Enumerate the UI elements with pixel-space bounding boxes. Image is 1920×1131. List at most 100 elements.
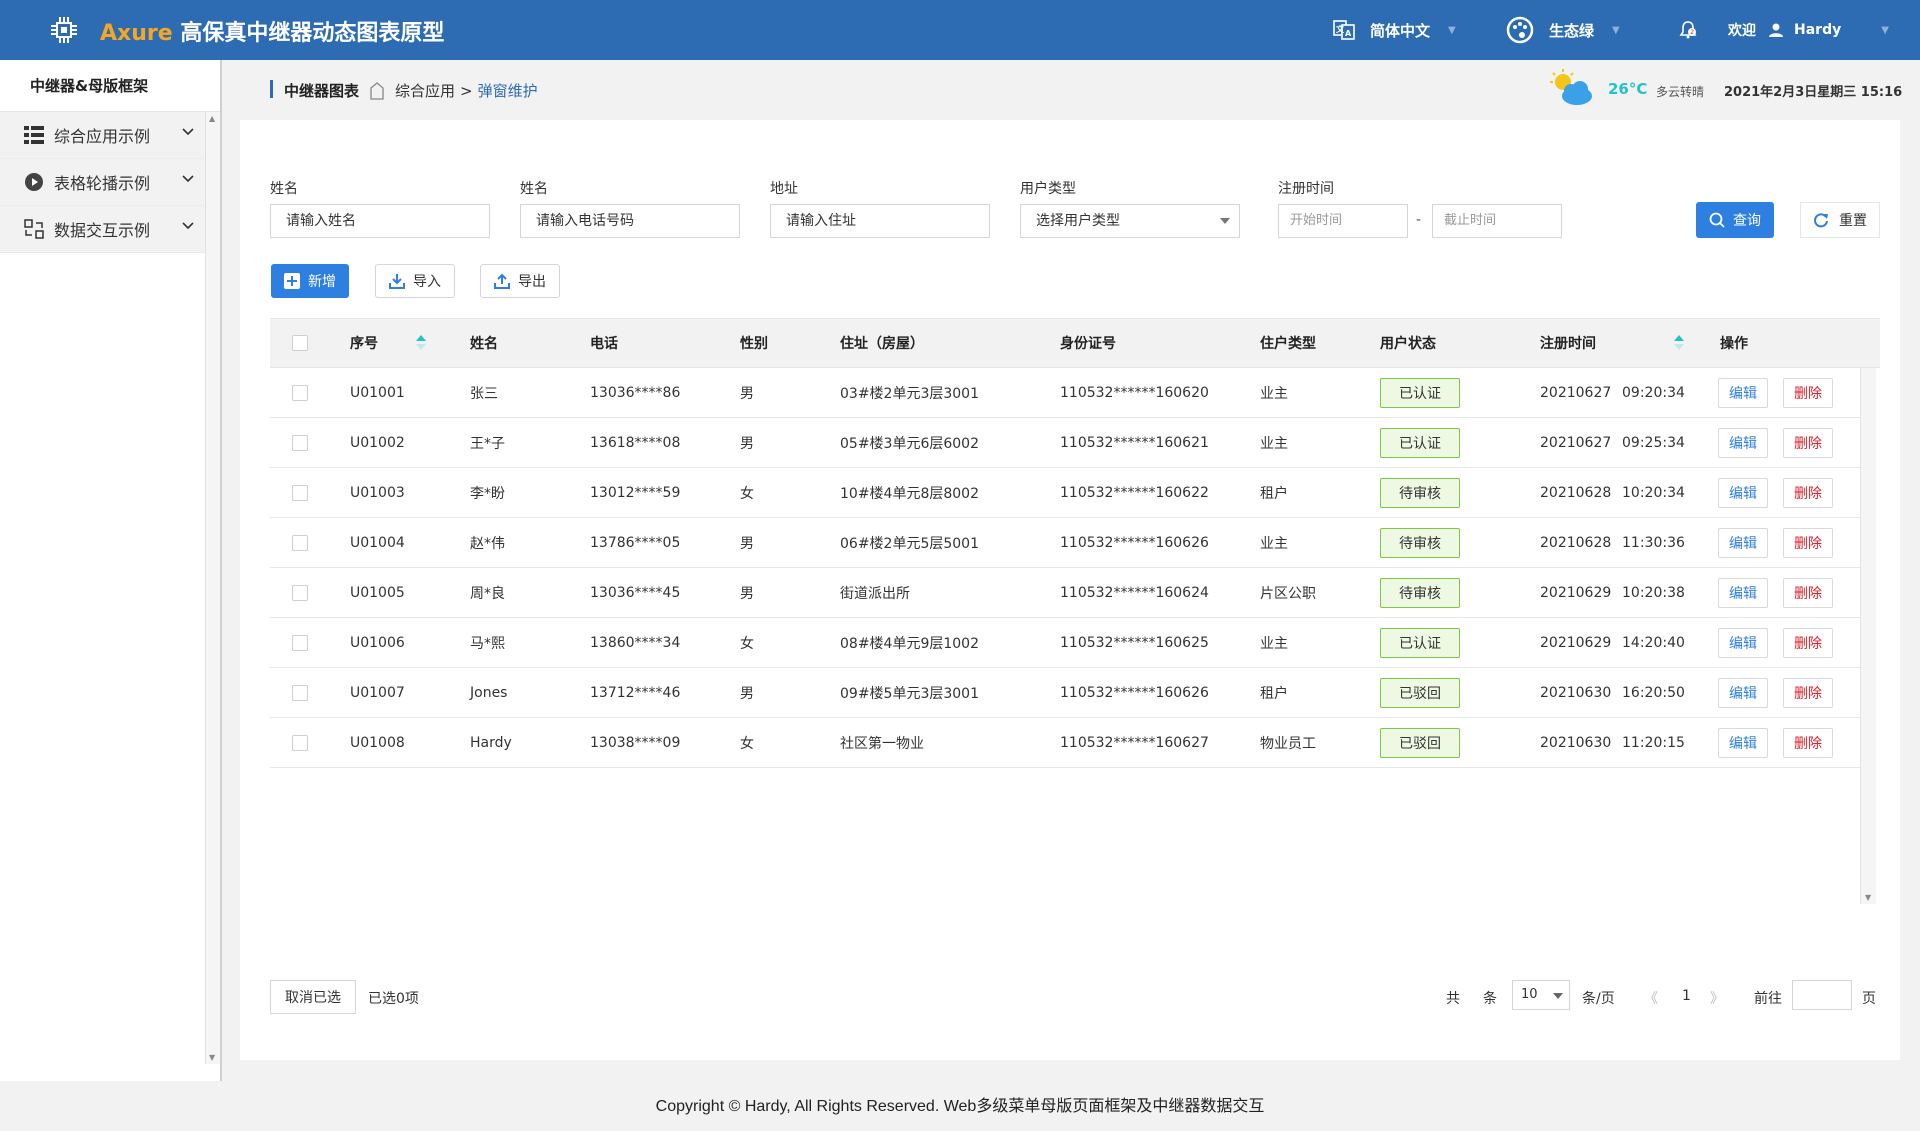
cell-date: 20210629 xyxy=(1540,634,1612,651)
per-page-label: 条/页 xyxy=(1582,991,1615,1007)
delete-button[interactable]: 删除 xyxy=(1783,527,1833,558)
current-page[interactable]: 1 xyxy=(1682,988,1691,1004)
row-checkbox[interactable] xyxy=(292,518,308,567)
date-range-separator: - xyxy=(1416,212,1422,228)
table-scrollbar[interactable]: ▼ xyxy=(1860,368,1876,904)
edit-button[interactable]: 编辑 xyxy=(1718,377,1768,408)
app-title-text: 高保真中继器动态图表原型 xyxy=(180,21,445,46)
scroll-up-icon[interactable]: ▲ xyxy=(209,114,215,123)
user-menu[interactable]: 欢迎 Hardy ▼ xyxy=(1728,0,1889,60)
cell-address: 10#楼4单元8层8002 xyxy=(840,485,979,502)
col-name: 姓名 xyxy=(470,336,498,352)
app-title: Axure 高保真中继器动态图表原型 xyxy=(100,15,444,47)
cell-phone: 13860****34 xyxy=(590,634,681,651)
delete-button[interactable]: 删除 xyxy=(1783,727,1833,758)
address-input[interactable]: 请输入住址 xyxy=(770,204,990,238)
edit-button[interactable]: 编辑 xyxy=(1718,727,1768,758)
scroll-down-icon[interactable]: ▼ xyxy=(1865,893,1871,902)
chevron-down-icon: ▼ xyxy=(1881,24,1889,36)
sort-icon[interactable] xyxy=(416,334,426,352)
breadcrumb: 中继器图表 综合应用 > 弹窗维护 xyxy=(284,80,538,101)
next-page-button[interactable]: 》 xyxy=(1710,988,1724,1008)
cell-idcard: 110532******160621 xyxy=(1060,434,1209,451)
edit-button[interactable]: 编辑 xyxy=(1718,677,1768,708)
notification-bell-icon[interactable]: 2 xyxy=(1678,20,1698,40)
cell-name: Hardy xyxy=(470,734,512,751)
col-id-label: 序号 xyxy=(350,336,378,352)
cell-name: 张三 xyxy=(470,385,498,402)
row-checkbox[interactable] xyxy=(292,618,308,667)
edit-button[interactable]: 编辑 xyxy=(1718,477,1768,508)
table-header: 序号 姓名 电话 性别 住址（房屋） 身份证号 住户类型 用户状态 注册时间 操… xyxy=(270,318,1880,368)
col-id[interactable]: 序号 xyxy=(350,319,426,367)
prev-page-button[interactable]: 《 xyxy=(1644,988,1658,1008)
page-size-select[interactable]: 10 xyxy=(1512,980,1570,1010)
cell-address: 05#楼3单元6层6002 xyxy=(840,435,979,452)
edit-button[interactable]: 编辑 xyxy=(1718,627,1768,658)
cell-name: 马*熙 xyxy=(470,635,505,652)
chevron-down-icon xyxy=(1553,993,1563,999)
action-cell: 编辑 删除 xyxy=(1718,468,1833,517)
col-register-time[interactable]: 注册时间 xyxy=(1540,319,1684,367)
reset-button[interactable]: 重置 xyxy=(1800,202,1880,238)
cell-gender: 女 xyxy=(740,485,754,502)
sidebar-item-table-carousel[interactable]: 表格轮播示例 xyxy=(0,159,205,206)
delete-button[interactable]: 删除 xyxy=(1783,677,1833,708)
cell-id: U01003 xyxy=(350,484,405,501)
query-button[interactable]: 查询 xyxy=(1696,202,1774,238)
cell-time: 16:20:50 xyxy=(1622,684,1685,701)
start-date-input[interactable]: 开始时间 xyxy=(1278,204,1408,238)
delete-button[interactable]: 删除 xyxy=(1783,627,1833,658)
table-body: U01001 张三 13036****86 男 03#楼2单元3层3001 110532*… xyxy=(270,368,1880,768)
cell-gender: 男 xyxy=(740,535,754,552)
row-checkbox[interactable] xyxy=(292,568,308,617)
sidebar-item-data-interaction[interactable]: 数据交互示例 xyxy=(0,206,205,253)
sidebar-scrollbar[interactable]: ▲ ▼ xyxy=(205,112,220,1064)
sort-icon[interactable] xyxy=(1674,334,1684,352)
goto-label: 前往 xyxy=(1754,991,1782,1007)
delete-button[interactable]: 删除 xyxy=(1783,477,1833,508)
row-checkbox[interactable] xyxy=(292,668,308,717)
sidebar-item-label: 综合应用示例 xyxy=(54,127,151,146)
import-button-label: 导入 xyxy=(413,274,441,290)
row-checkbox[interactable] xyxy=(292,418,308,467)
breadcrumb-root[interactable]: 中继器图表 xyxy=(284,80,359,101)
user-type-select[interactable]: 选择用户类型 xyxy=(1020,204,1240,238)
copyright-footer: Copyright © Hardy, All Rights Reserved. … xyxy=(655,1098,1265,1115)
delete-button[interactable]: 删除 xyxy=(1783,427,1833,458)
export-button-label: 导出 xyxy=(518,274,546,290)
cell-phone: 13712****46 xyxy=(590,684,681,701)
delete-button[interactable]: 删除 xyxy=(1783,377,1833,408)
scroll-down-icon[interactable]: ▼ xyxy=(209,1053,215,1062)
name-input[interactable]: 请输入姓名 xyxy=(270,204,490,238)
chevron-down-icon: ▼ xyxy=(1448,24,1456,36)
status-cell: 已认证 xyxy=(1380,618,1460,667)
language-selector[interactable]: 文 A 简体中文 ▼ xyxy=(1332,0,1456,60)
cancel-selection-button[interactable]: 取消已选 xyxy=(270,980,356,1014)
import-button[interactable]: 导入 xyxy=(375,264,455,298)
row-checkbox[interactable] xyxy=(292,368,308,417)
cell-address: 06#楼2单元5层5001 xyxy=(840,535,979,552)
edit-button[interactable]: 编辑 xyxy=(1718,427,1768,458)
chevron-down-icon: ▼ xyxy=(1612,24,1620,36)
select-all-checkbox[interactable] xyxy=(292,319,308,367)
end-date-input[interactable]: 截止时间 xyxy=(1432,204,1562,238)
goto-page-input[interactable] xyxy=(1792,980,1852,1010)
row-checkbox[interactable] xyxy=(292,468,308,517)
edit-button[interactable]: 编辑 xyxy=(1718,527,1768,558)
status-badge: 待审核 xyxy=(1380,577,1460,608)
cell-gender: 男 xyxy=(740,585,754,602)
export-button[interactable]: 导出 xyxy=(480,264,560,298)
row-checkbox[interactable] xyxy=(292,718,308,767)
cell-name: 赵*伟 xyxy=(470,535,505,552)
add-button[interactable]: 新增 xyxy=(271,264,349,298)
breadcrumb-parent[interactable]: 综合应用 xyxy=(395,80,455,101)
phone-input[interactable]: 请输入电话号码 xyxy=(520,204,740,238)
edit-button[interactable]: 编辑 xyxy=(1718,577,1768,608)
theme-selector[interactable]: 生态绿 ▼ xyxy=(1505,0,1620,60)
delete-button[interactable]: 删除 xyxy=(1783,577,1833,608)
cell-type: 业主 xyxy=(1260,535,1288,552)
page-unit-label: 页 xyxy=(1862,991,1876,1007)
sidebar-item-comprehensive[interactable]: 综合应用示例 xyxy=(0,112,205,159)
action-cell: 编辑 删除 xyxy=(1718,418,1833,467)
